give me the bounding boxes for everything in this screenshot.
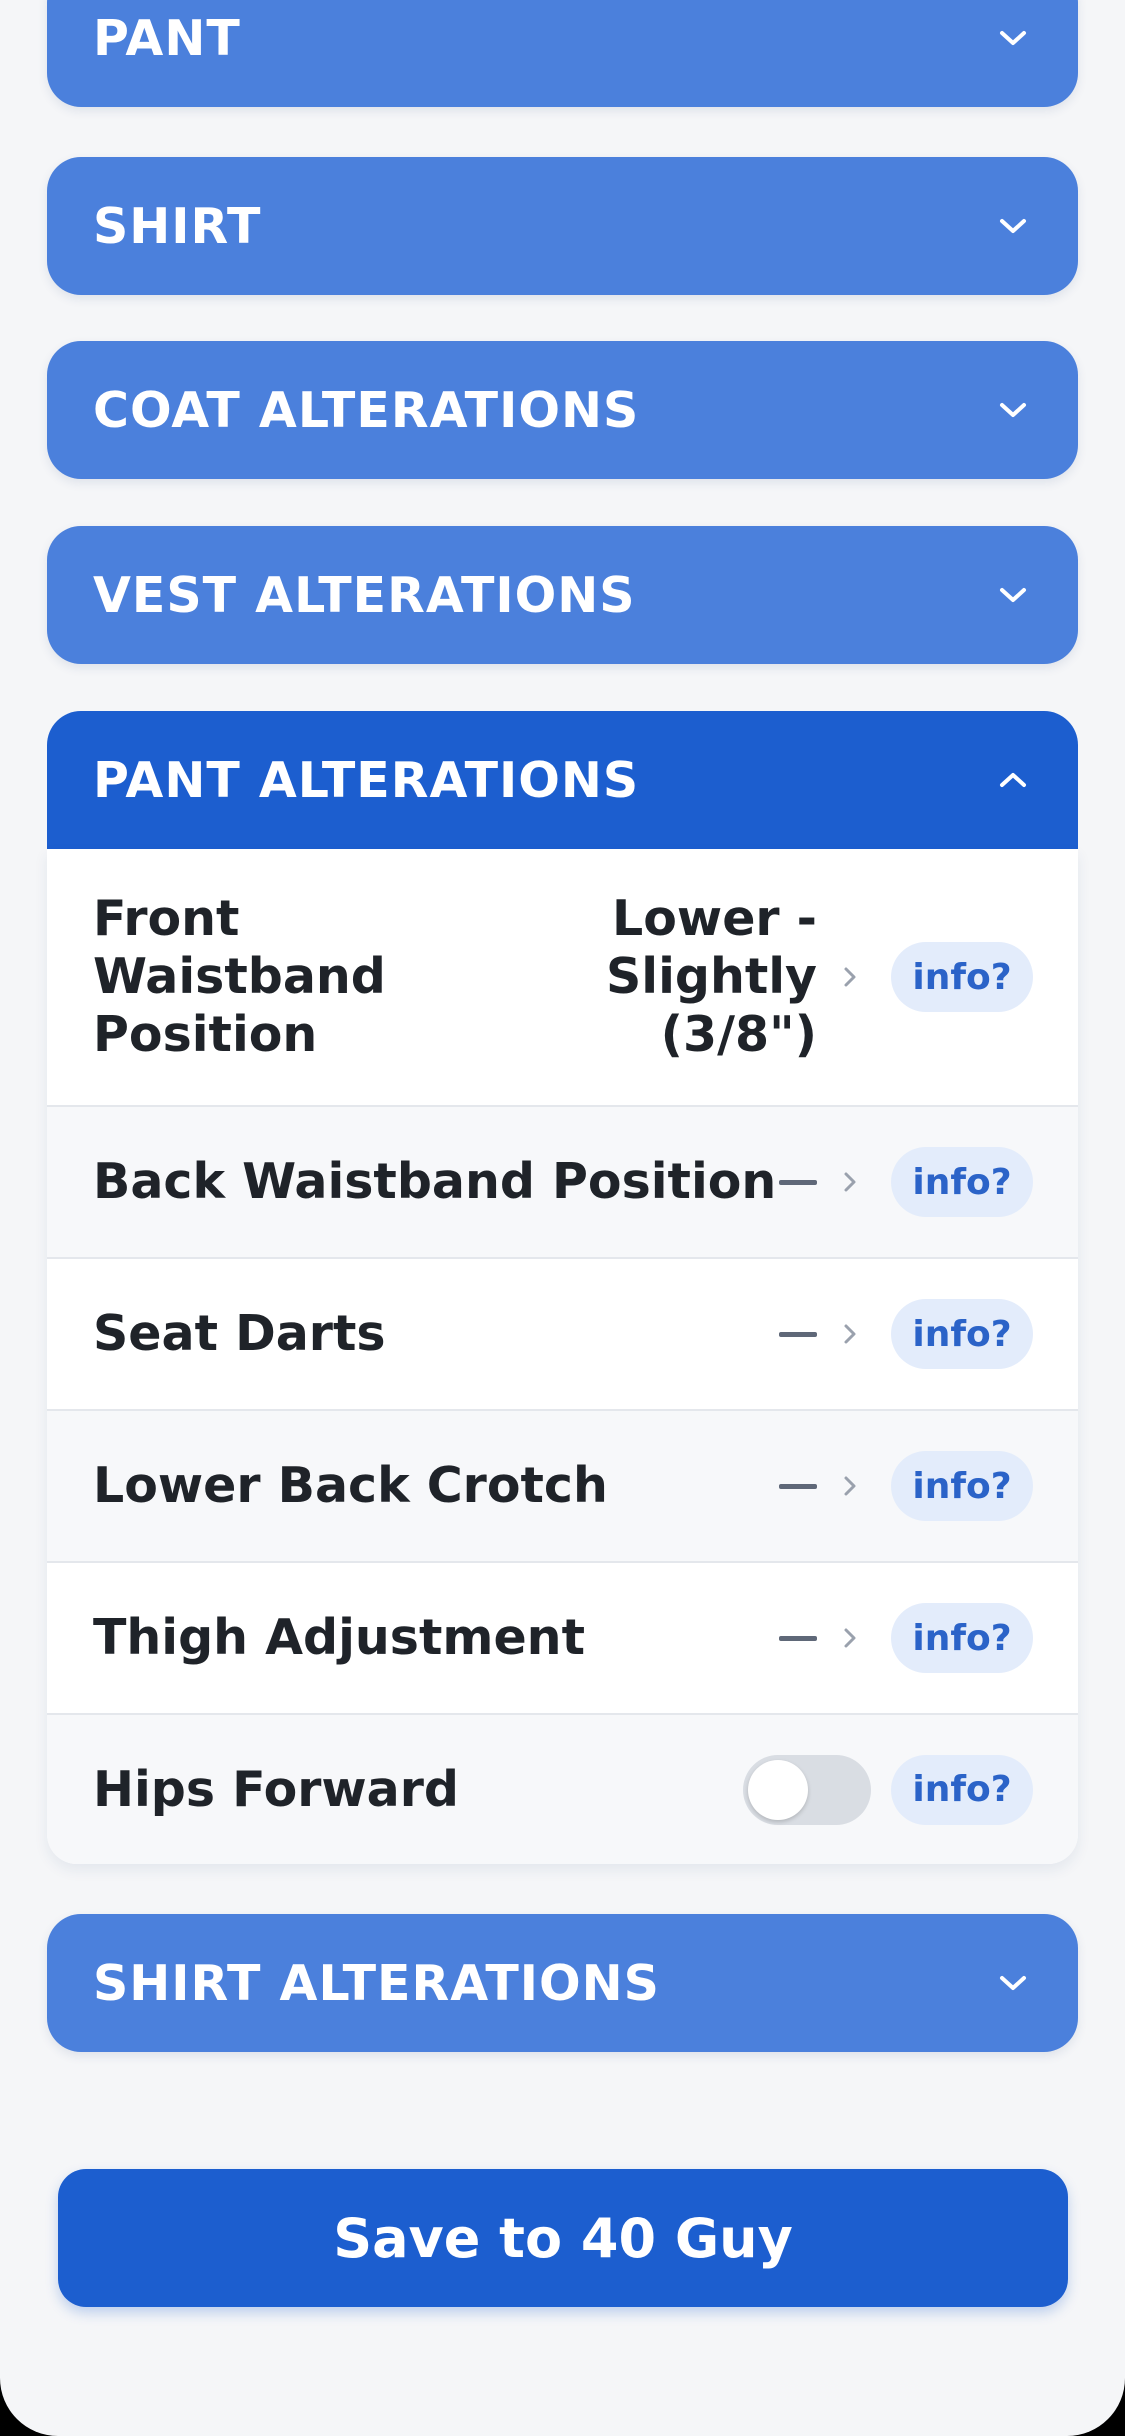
row-label: Seat Darts — [93, 1305, 386, 1362]
info-button[interactable]: info? — [891, 1299, 1033, 1369]
section-title: PANT — [93, 9, 241, 67]
row-value: Lower - Slightly (3/8") — [605, 890, 817, 1063]
alteration-row-front-waistband[interactable]: Front Waistband Position Lower - Slightl… — [47, 849, 1078, 1107]
pant-alterations-panel: Front Waistband Position Lower - Slightl… — [47, 849, 1078, 1864]
section-title: COAT ALTERATIONS — [93, 381, 640, 439]
hips-forward-toggle[interactable] — [743, 1754, 871, 1825]
alteration-row-seat-darts[interactable]: Seat Darts info? — [47, 1259, 1078, 1411]
chevron-up-icon — [998, 765, 1028, 795]
row-label: Lower Back Crotch — [93, 1457, 608, 1514]
section-title: SHIRT ALTERATIONS — [93, 1954, 660, 2012]
section-shirt-alterations[interactable]: SHIRT ALTERATIONS — [47, 1914, 1078, 2052]
alteration-row-thigh-adjustment[interactable]: Thigh Adjustment info? — [47, 1563, 1078, 1715]
chevron-right-icon — [840, 1623, 860, 1653]
info-button[interactable]: info? — [891, 942, 1033, 1012]
toggle-knob — [748, 1759, 808, 1820]
row-label: Front Waistband Position — [93, 890, 386, 1063]
chevron-down-icon — [998, 395, 1028, 425]
chevron-down-icon — [998, 23, 1028, 53]
section-title: PANT ALTERATIONS — [93, 751, 640, 809]
row-label: Thigh Adjustment — [93, 1609, 585, 1666]
info-button[interactable]: info? — [891, 1451, 1033, 1521]
alteration-row-lower-back-crotch[interactable]: Lower Back Crotch info? — [47, 1411, 1078, 1563]
section-title: SHIRT — [93, 197, 262, 255]
chevron-down-icon — [998, 211, 1028, 241]
section-pant-alterations[interactable]: PANT ALTERATIONS — [47, 711, 1078, 849]
info-button[interactable]: info? — [891, 1754, 1033, 1825]
empty-value-dash — [779, 1332, 817, 1337]
row-label: Back Waistband Position — [93, 1153, 777, 1210]
section-shirt[interactable]: SHIRT — [47, 157, 1078, 295]
info-button[interactable]: info? — [891, 1603, 1033, 1673]
empty-value-dash — [779, 1484, 817, 1489]
chevron-right-icon — [840, 1471, 860, 1501]
section-pant[interactable]: PANT — [47, 0, 1078, 107]
alterations-screen: PANT SHIRT COAT ALTERATIONS VEST ALTERAT… — [0, 0, 1125, 2436]
empty-value-dash — [779, 1636, 817, 1641]
empty-value-dash — [779, 1180, 817, 1185]
chevron-right-icon — [840, 1167, 860, 1197]
section-title: VEST ALTERATIONS — [93, 566, 636, 624]
alteration-row-back-waistband[interactable]: Back Waistband Position info? — [47, 1107, 1078, 1259]
chevron-right-icon — [840, 962, 860, 992]
section-vest-alterations[interactable]: VEST ALTERATIONS — [47, 526, 1078, 664]
row-label: Hips Forward — [93, 1760, 459, 1818]
alteration-row-hips-forward: Hips Forward info? — [47, 1715, 1078, 1864]
chevron-down-icon — [998, 580, 1028, 610]
info-button[interactable]: info? — [891, 1147, 1033, 1217]
chevron-right-icon — [840, 1319, 860, 1349]
chevron-down-icon — [998, 1968, 1028, 1998]
save-button[interactable]: Save to 40 Guy — [58, 2169, 1068, 2307]
section-coat-alterations[interactable]: COAT ALTERATIONS — [47, 341, 1078, 479]
